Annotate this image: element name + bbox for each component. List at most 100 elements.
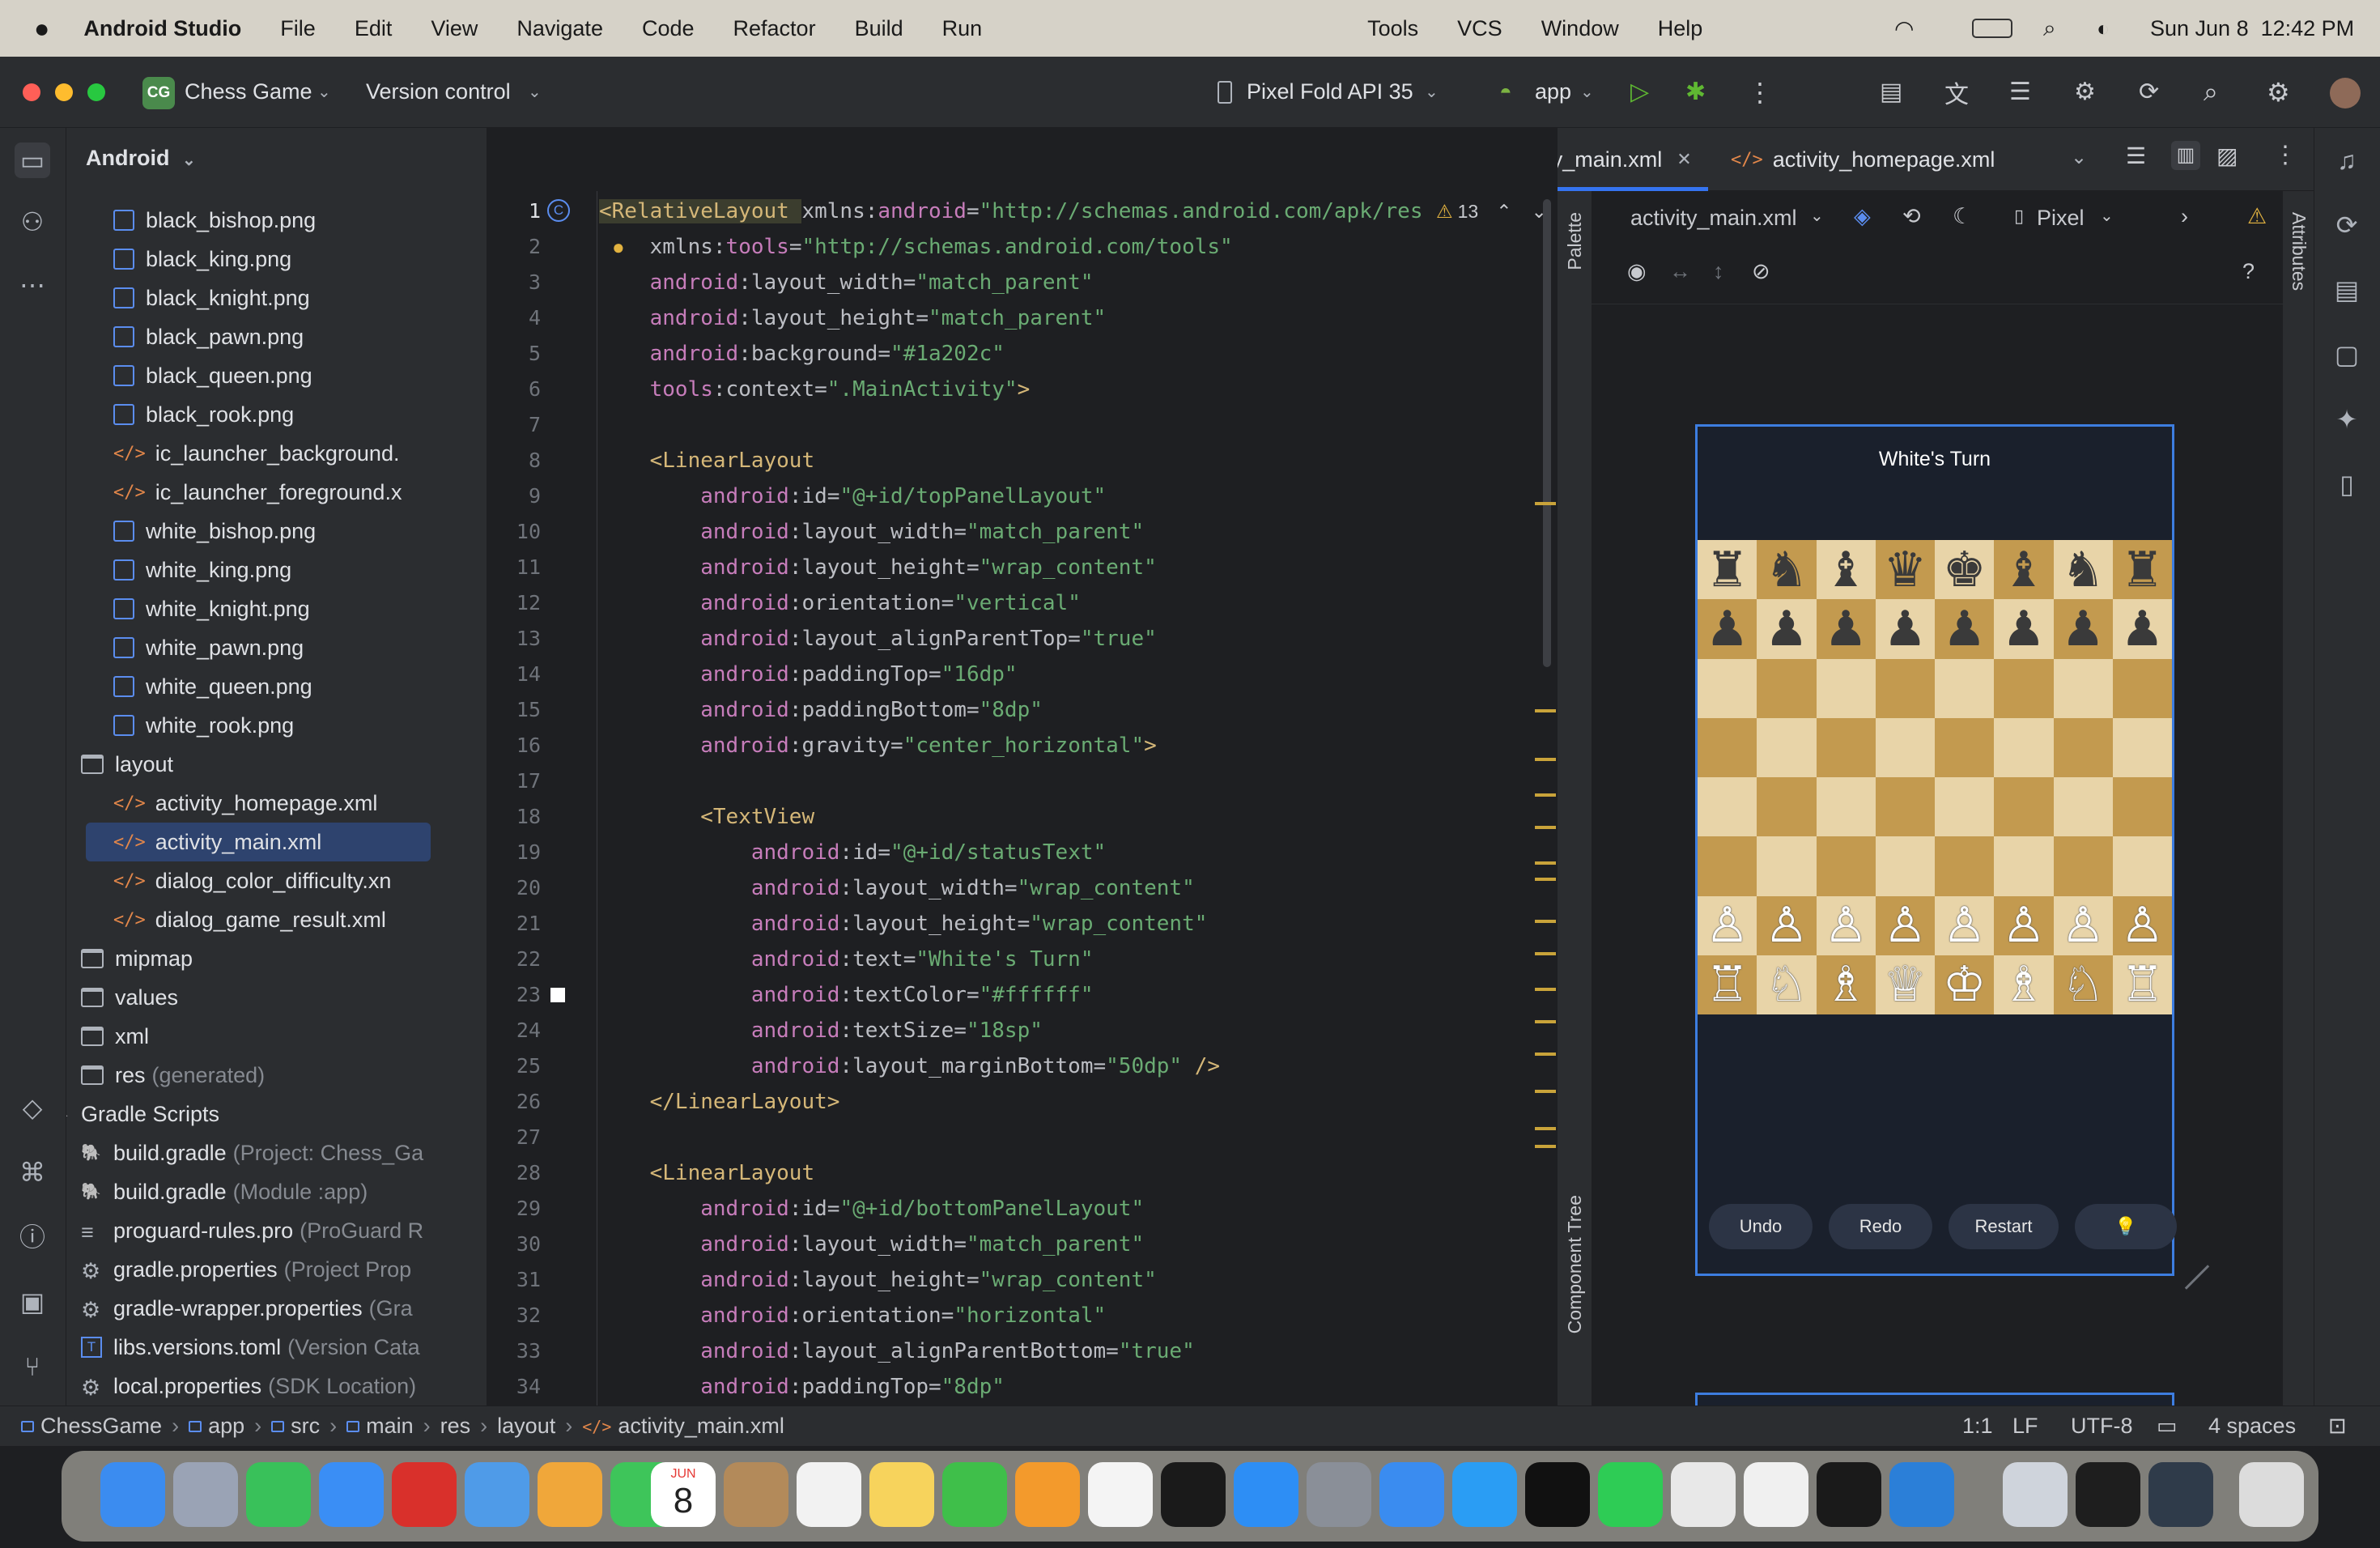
- launchpad-icon[interactable]: [173, 1462, 238, 1527]
- messages-icon[interactable]: [246, 1462, 311, 1527]
- black-piece-icon[interactable]: ♟: [1824, 605, 1868, 653]
- code-line[interactable]: android:layout_alignParentBottom="true": [599, 1339, 1195, 1363]
- editor-scrollbar[interactable]: [1543, 199, 1551, 667]
- class-gutter-icon[interactable]: C: [547, 199, 570, 222]
- white-piece-icon[interactable]: ♙: [2002, 901, 2046, 950]
- pages-icon[interactable]: [1015, 1462, 1080, 1527]
- black-piece-icon[interactable]: ♟: [1706, 605, 1749, 653]
- board-square[interactable]: ♟: [1875, 599, 1935, 659]
- board-square[interactable]: [1816, 658, 1876, 718]
- previous-highlight-icon[interactable]: ⌃: [1496, 201, 1511, 223]
- close-tab-icon[interactable]: ✕: [1677, 149, 1691, 170]
- board-square[interactable]: [1698, 777, 1757, 837]
- board-square[interactable]: ♟: [1757, 599, 1817, 659]
- warning-stripe-marker[interactable]: [1535, 1020, 1556, 1023]
- menu-refactor[interactable]: Refactor: [733, 16, 816, 41]
- restart-button[interactable]: Restart: [1949, 1204, 2059, 1249]
- chevron-down-icon[interactable]: ⌄: [66, 754, 70, 775]
- breadcrumb-item[interactable]: ChessGame: [40, 1414, 162, 1439]
- code-line[interactable]: android:background="#1a202c": [599, 342, 1005, 366]
- code-line[interactable]: android:layout_height="wrap_content": [599, 1268, 1157, 1292]
- apple-tv-icon[interactable]: [1161, 1462, 1226, 1527]
- phone-preview-screen[interactable]: White's Turn ♜ ♞ ♝ ♛ ♚ ♝ ♞ ♜ ♟ ♟ ♟ ♟ ♟ ♟ ♟ ♟ ♙ ♙ ♙ ♙ ♙ ♙ ♙ ♙ ♖ ♘ ♗…: [1695, 424, 2177, 1276]
- night-mode-icon[interactable]: ☾: [1953, 204, 1972, 229]
- board-square[interactable]: [1816, 836, 1876, 896]
- gemini-icon[interactable]: ◇: [16, 1091, 49, 1124]
- board-square[interactable]: ♕: [1875, 955, 1935, 1014]
- board-square[interactable]: ♙: [1875, 895, 1935, 955]
- git-icon[interactable]: ⑂: [16, 1350, 49, 1383]
- orientation-icon[interactable]: ⟲: [1902, 204, 1921, 229]
- code-line[interactable]: xmlns:tools="http://schemas.android.com/…: [599, 235, 1233, 259]
- tree-item[interactable]: black_rook.png: [113, 395, 294, 434]
- menu-window[interactable]: Window: [1541, 16, 1619, 41]
- device-selector[interactable]: Pixel Fold API 35: [1247, 79, 1413, 104]
- preview-icon[interactable]: [465, 1462, 529, 1527]
- reader-mode-icon[interactable]: ▭: [2157, 1414, 2178, 1439]
- warning-stripe-marker[interactable]: [1535, 1090, 1556, 1093]
- black-piece-icon[interactable]: ♜: [2120, 546, 2164, 594]
- project-view-selector[interactable]: Android ⌄: [86, 146, 196, 171]
- settings-gear-icon[interactable]: ⚙: [2267, 77, 2290, 108]
- menu-tools[interactable]: Tools: [1367, 16, 1418, 41]
- photos-icon[interactable]: [538, 1462, 602, 1527]
- board-square[interactable]: ♙: [2053, 895, 2113, 955]
- black-piece-icon[interactable]: ♝: [2002, 546, 2046, 594]
- design-surface-icon[interactable]: ◈: [1854, 204, 1871, 229]
- tree-item[interactable]: 🐘 build.gradle (Project: Chess_Ga: [81, 1133, 423, 1172]
- code-line[interactable]: android:textColor="#ffffff": [599, 983, 1094, 1007]
- inspection-widget[interactable]: ⚠ 13 ⌃ ⌄: [1431, 201, 1552, 223]
- menu-view[interactable]: View: [431, 16, 478, 41]
- board-square[interactable]: [1875, 717, 1935, 777]
- code-line[interactable]: <LinearLayout: [599, 1161, 815, 1185]
- vscode-icon[interactable]: [1889, 1462, 1954, 1527]
- warning-stripe-marker[interactable]: [1535, 878, 1556, 881]
- code-text-area[interactable]: <RelativeLayout xmlns:android="http://sc…: [599, 191, 1530, 1406]
- menu-file[interactable]: File: [280, 16, 316, 41]
- breadcrumb-item[interactable]: main: [366, 1414, 414, 1439]
- redo-button[interactable]: Redo: [1829, 1204, 1932, 1249]
- board-square[interactable]: [1698, 836, 1757, 896]
- hint-button[interactable]: 💡: [2075, 1204, 2177, 1249]
- black-piece-icon[interactable]: ♞: [2061, 546, 2105, 594]
- code-line[interactable]: android:id="@+id/statusText": [599, 840, 1106, 865]
- spotlight-icon[interactable]: ⌕: [2043, 15, 2056, 42]
- code-line[interactable]: android:gravity="center_horizontal">: [599, 734, 1157, 758]
- tree-item[interactable]: black_pawn.png: [113, 317, 304, 356]
- app-store-icon[interactable]: [1234, 1462, 1298, 1527]
- split-view-icon[interactable]: ▥: [2171, 141, 2200, 170]
- board-square[interactable]: [1816, 777, 1876, 837]
- chess-board[interactable]: ♜ ♞ ♝ ♛ ♚ ♝ ♞ ♜ ♟ ♟ ♟ ♟ ♟ ♟ ♟ ♟ ♙ ♙ ♙ ♙ ♙ ♙ ♙ ♙ ♖ ♘ ♗ ♕ ♔ ♗ ♘ ♖: [1698, 540, 2172, 1014]
- board-square[interactable]: ♙: [1935, 895, 1995, 955]
- screenshot-tool-icon[interactable]: [2003, 1462, 2068, 1527]
- warning-stripe-marker[interactable]: [1535, 793, 1556, 797]
- help-icon[interactable]: ?: [2242, 259, 2255, 284]
- tree-item[interactable]: </> ic_launcher_foreground.x: [113, 473, 402, 512]
- board-square[interactable]: [1875, 777, 1935, 837]
- calendar-app-icon[interactable]: JUN 8: [651, 1462, 716, 1527]
- white-piece-icon[interactable]: ♘: [2061, 960, 2105, 1009]
- running-devices-icon[interactable]: ▢: [2331, 338, 2363, 371]
- code-line[interactable]: android:layout_height="match_parent": [599, 306, 1107, 330]
- editor-tab[interactable]: </> activity_homepage.xml: [1731, 128, 1995, 191]
- board-square[interactable]: ♝: [1994, 540, 2054, 600]
- board-square[interactable]: [1935, 717, 1995, 777]
- board-square[interactable]: ♙: [2112, 895, 2172, 955]
- board-square[interactable]: [1757, 717, 1817, 777]
- board-square[interactable]: [1757, 777, 1817, 837]
- tree-item[interactable]: black_bishop.png: [113, 201, 316, 240]
- indent-setting[interactable]: 4 spaces: [2208, 1414, 2296, 1439]
- board-square[interactable]: ♛: [1875, 540, 1935, 600]
- black-piece-icon[interactable]: ♟: [2120, 605, 2164, 653]
- tree-item[interactable]: white_bishop.png: [113, 512, 316, 551]
- board-square[interactable]: ♜: [2112, 540, 2172, 600]
- board-square[interactable]: ♟: [2112, 599, 2172, 659]
- quicktime-icon[interactable]: [2148, 1462, 2213, 1527]
- code-line[interactable]: <TextView: [599, 805, 814, 829]
- white-piece-icon[interactable]: ♗: [2002, 960, 2046, 1009]
- menu-vcs[interactable]: VCS: [1457, 16, 1502, 41]
- board-square[interactable]: ♘: [1757, 955, 1817, 1014]
- tree-item[interactable]: ⌄ layout: [66, 745, 173, 784]
- resource-manager-icon[interactable]: ⚇: [16, 206, 49, 238]
- code-line[interactable]: android:id="@+id/bottomPanelLayout": [599, 1197, 1144, 1221]
